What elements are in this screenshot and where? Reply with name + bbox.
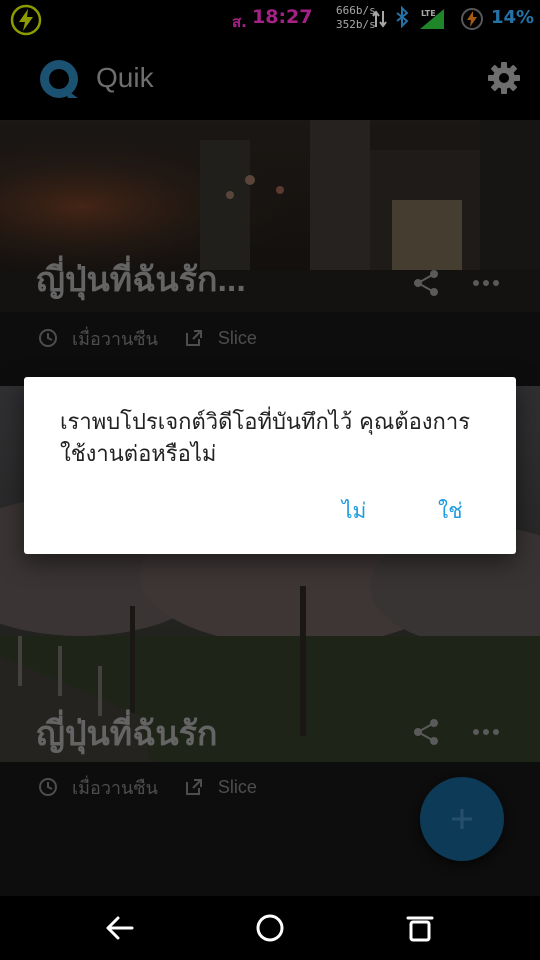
no-button[interactable]: ไม่: [342, 495, 366, 528]
navigation-bar: [0, 896, 540, 960]
resume-project-dialog: เราพบโปรเจกต์วิดีโอที่บันทึกไว้ คุณต้องก…: [24, 377, 516, 554]
back-icon[interactable]: [102, 910, 138, 946]
recents-icon[interactable]: [402, 910, 438, 946]
dialog-message: เราพบโปรเจกต์วิดีโอที่บันทึกไว้ คุณต้องก…: [60, 410, 471, 467]
yes-button[interactable]: ใช่: [438, 495, 463, 528]
home-icon[interactable]: [252, 910, 288, 946]
